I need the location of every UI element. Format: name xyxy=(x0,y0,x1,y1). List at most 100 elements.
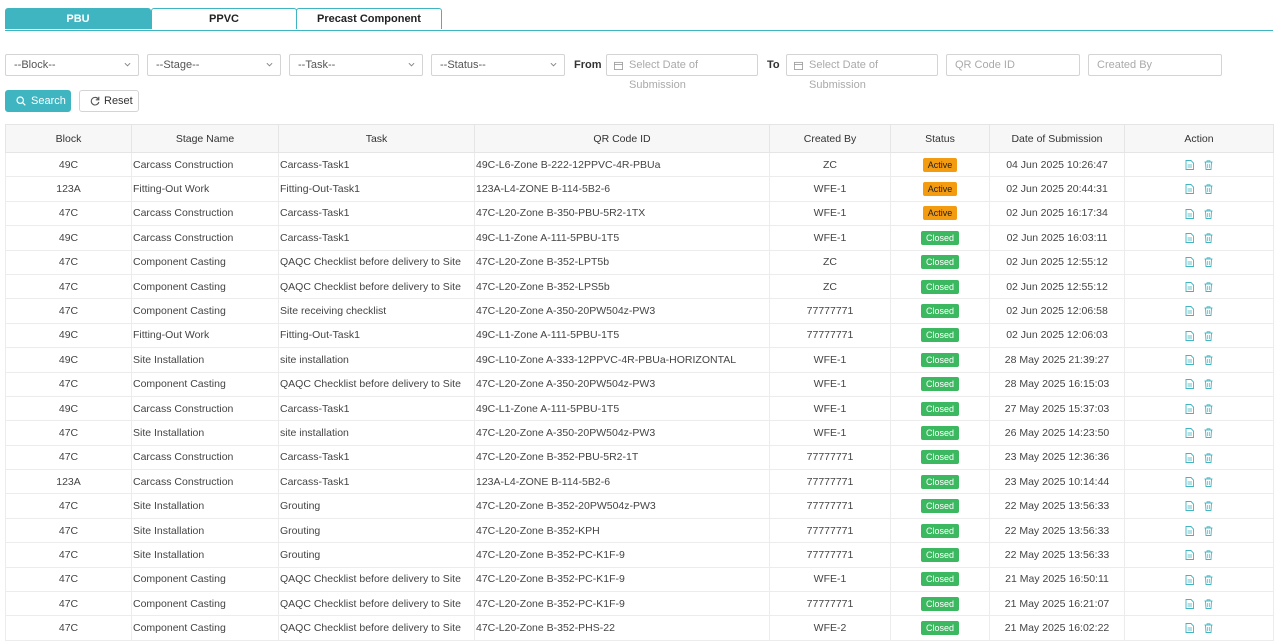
cell-block: 49C xyxy=(5,347,132,373)
cell-stage-name: Site Installation xyxy=(131,420,279,446)
table-row: 47C Carcass Construction Carcass-Task1 47C-… xyxy=(5,444,1274,471)
reset-button[interactable]: Reset xyxy=(79,90,139,112)
view-document-icon[interactable] xyxy=(1185,306,1194,317)
tab-pbu[interactable]: PBU xyxy=(5,8,151,29)
cell-block: 49C xyxy=(5,395,132,422)
from-label: From xyxy=(574,59,602,71)
column-header-status[interactable]: Status xyxy=(890,124,990,153)
view-document-icon[interactable] xyxy=(1185,257,1194,268)
table-row: 47C Component Casting QAQC Checklist befor… xyxy=(5,273,1274,300)
cell-stage-name: Carcass Construction xyxy=(131,395,279,422)
view-document-icon[interactable] xyxy=(1185,281,1194,292)
cell-status: Closed xyxy=(890,273,990,300)
search-button[interactable]: Search xyxy=(5,90,71,112)
to-date-input[interactable]: Select Date of Submission xyxy=(786,54,938,91)
delete-icon[interactable] xyxy=(1204,306,1213,317)
delete-icon[interactable] xyxy=(1204,428,1213,439)
cell-date-of-submission: 02 Jun 2025 12:55:12 xyxy=(989,249,1125,275)
column-header-stage-name[interactable]: Stage Name xyxy=(131,124,279,153)
view-document-icon[interactable] xyxy=(1185,574,1194,585)
view-document-icon[interactable] xyxy=(1185,477,1194,487)
cell-status: Closed xyxy=(890,225,990,251)
table-row: 47C Component Casting QAQC Checklist befor… xyxy=(5,566,1274,593)
delete-icon[interactable] xyxy=(1204,257,1213,268)
block-select[interactable]: --Block-- xyxy=(5,54,139,76)
cell-created-by: 77777771 xyxy=(769,322,891,349)
stage-select[interactable]: --Stage-- xyxy=(147,54,281,76)
cell-qr-code-id: 47C-L20-Zone B-352-PHS-22 xyxy=(474,615,770,641)
task-select[interactable]: --Task-- xyxy=(289,54,423,76)
view-document-icon[interactable] xyxy=(1185,159,1194,170)
cell-created-by: WFE-1 xyxy=(769,225,891,251)
qr-code-input[interactable]: QR Code ID xyxy=(946,54,1080,76)
cell-stage-name: Site Installation xyxy=(131,542,279,568)
view-document-icon[interactable] xyxy=(1185,452,1194,463)
cell-date-of-submission: 02 Jun 2025 12:06:03 xyxy=(989,322,1125,349)
reset-button-label: Reset xyxy=(104,95,133,107)
cell-block: 123A xyxy=(5,176,132,202)
delete-icon[interactable] xyxy=(1204,550,1213,561)
cell-date-of-submission: 02 Jun 2025 12:55:12 xyxy=(989,273,1125,300)
delete-icon[interactable] xyxy=(1204,160,1213,170)
column-header-block[interactable]: Block xyxy=(5,124,132,153)
view-document-icon[interactable] xyxy=(1185,379,1194,390)
table-row: 47C Component Casting QAQC Checklist befor… xyxy=(5,591,1274,617)
column-header-date-of-submission[interactable]: Date of Submission xyxy=(989,124,1125,153)
view-document-icon[interactable] xyxy=(1185,550,1194,561)
column-header-qr-code-id[interactable]: QR Code ID xyxy=(474,124,770,153)
delete-icon[interactable] xyxy=(1204,452,1213,463)
column-header-created-by[interactable]: Created By xyxy=(769,124,891,153)
cell-created-by: 77777771 xyxy=(769,469,891,495)
tab-ppvc[interactable]: PPVC xyxy=(151,8,297,29)
view-document-icon[interactable] xyxy=(1185,330,1194,341)
cell-action xyxy=(1124,225,1274,251)
qr-code-placeholder: QR Code ID xyxy=(955,59,1015,71)
delete-icon[interactable] xyxy=(1204,355,1213,365)
cell-stage-name: Component Casting xyxy=(131,615,279,641)
cell-action xyxy=(1124,395,1274,422)
delete-icon[interactable] xyxy=(1204,331,1213,341)
view-document-icon[interactable] xyxy=(1185,501,1194,512)
cell-date-of-submission: 02 Jun 2025 12:06:58 xyxy=(989,298,1125,324)
status-badge: Closed xyxy=(920,474,959,489)
delete-icon[interactable] xyxy=(1204,233,1213,244)
created-by-input[interactable]: Created By xyxy=(1088,54,1222,76)
delete-icon[interactable] xyxy=(1204,477,1213,487)
status-badge: Closed xyxy=(920,425,959,440)
from-date-placeholder: Select Date of Submission xyxy=(629,59,699,91)
cell-created-by: WFE-1 xyxy=(769,566,891,593)
tab-precast-component[interactable]: Precast Component xyxy=(296,8,442,29)
delete-icon[interactable] xyxy=(1204,282,1213,292)
cell-qr-code-id: 47C-L20-Zone B-352-PC-K1F-9 xyxy=(474,591,770,617)
delete-icon[interactable] xyxy=(1204,184,1213,195)
from-date-input[interactable]: Select Date of Submission xyxy=(606,54,758,91)
delete-icon[interactable] xyxy=(1204,574,1213,585)
cell-created-by: WFE-1 xyxy=(769,371,891,397)
view-document-icon[interactable] xyxy=(1185,355,1194,365)
cell-created-by: WFE-1 xyxy=(769,420,891,446)
cell-action xyxy=(1124,493,1274,519)
delete-icon[interactable] xyxy=(1204,526,1213,536)
view-document-icon[interactable] xyxy=(1185,403,1194,414)
delete-icon[interactable] xyxy=(1204,404,1213,414)
view-document-icon[interactable] xyxy=(1185,208,1194,219)
view-document-icon[interactable] xyxy=(1185,525,1194,536)
view-document-icon[interactable] xyxy=(1185,598,1194,609)
view-document-icon[interactable] xyxy=(1185,233,1194,244)
delete-icon[interactable] xyxy=(1204,501,1213,512)
cell-status: Closed xyxy=(890,371,990,397)
delete-icon[interactable] xyxy=(1204,209,1213,219)
cell-block: 49C xyxy=(5,322,132,349)
delete-icon[interactable] xyxy=(1204,379,1213,390)
status-select[interactable]: --Status-- xyxy=(431,54,565,76)
column-header-task[interactable]: Task xyxy=(278,124,475,153)
delete-icon[interactable] xyxy=(1204,623,1213,634)
cell-stage-name: Carcass Construction xyxy=(131,225,279,251)
delete-icon[interactable] xyxy=(1204,599,1213,609)
view-document-icon[interactable] xyxy=(1185,428,1194,439)
filter-bar: --Block-- --Stage-- --Task-- --Status-- … xyxy=(5,54,1235,91)
view-document-icon[interactable] xyxy=(1185,623,1194,634)
cell-status: Active xyxy=(890,176,990,202)
cell-action xyxy=(1124,200,1274,227)
view-document-icon[interactable] xyxy=(1185,184,1194,195)
